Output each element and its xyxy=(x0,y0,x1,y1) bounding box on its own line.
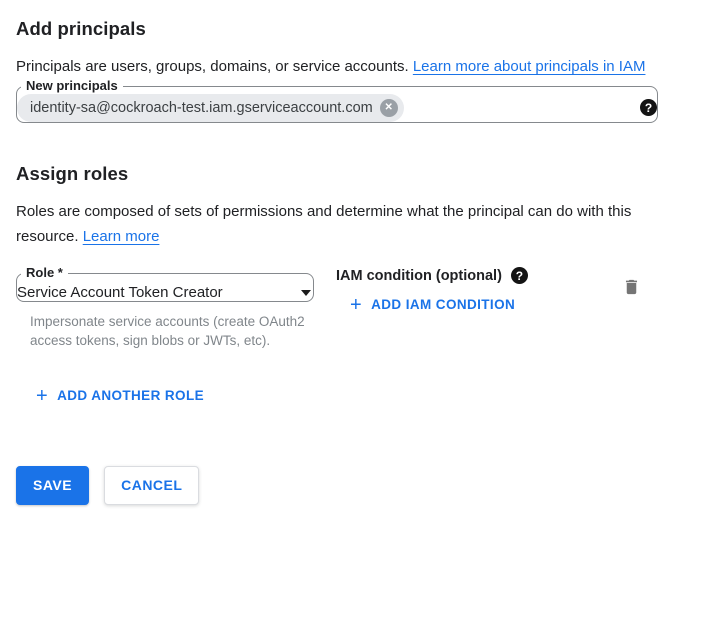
plus-icon: + xyxy=(350,298,362,312)
iam-condition-label: IAM condition (optional) xyxy=(336,268,502,284)
delete-role-button[interactable] xyxy=(622,277,641,297)
learn-more-roles-link[interactable]: Learn more xyxy=(83,228,160,245)
role-selected-value: Service Account Token Creator xyxy=(17,284,223,301)
role-label: Role * xyxy=(21,266,68,280)
roles-description: Roles are composed of sets of permission… xyxy=(16,199,680,249)
chip-remove-icon[interactable]: ✕ xyxy=(380,99,398,117)
new-principals-row: identity-sa@cockroach-test.iam.gservicea… xyxy=(17,94,657,122)
add-principals-panel: Add principals Principals are users, gro… xyxy=(0,0,713,505)
trash-icon xyxy=(622,277,641,297)
add-iam-condition-label: ADD IAM CONDITION xyxy=(371,297,515,312)
new-principals-help-icon[interactable]: ? xyxy=(640,99,657,116)
action-buttons-row: SAVE CANCEL xyxy=(16,466,697,505)
role-column: Role * Service Account Token Creator Imp… xyxy=(16,266,314,350)
new-principals-label: New principals xyxy=(21,79,123,93)
role-select[interactable]: Role * Service Account Token Creator xyxy=(16,266,314,302)
role-helper-text: Impersonate service accounts (create OAu… xyxy=(30,312,305,350)
add-another-role-button[interactable]: + ADD ANOTHER ROLE xyxy=(36,388,204,403)
add-iam-condition-button[interactable]: + ADD IAM CONDITION xyxy=(350,297,515,312)
iam-condition-label-row: IAM condition (optional) ? xyxy=(336,267,528,284)
add-another-role-label: ADD ANOTHER ROLE xyxy=(57,388,204,403)
iam-condition-help-icon[interactable]: ? xyxy=(511,267,528,284)
new-principals-field[interactable]: New principals identity-sa@cockroach-tes… xyxy=(16,79,658,123)
cancel-button[interactable]: CANCEL xyxy=(104,466,199,505)
save-button[interactable]: SAVE xyxy=(16,466,89,505)
principals-description: Principals are users, groups, domains, o… xyxy=(16,54,680,79)
iam-condition-column: IAM condition (optional) ? + ADD IAM CON… xyxy=(336,266,528,316)
assign-roles-title: Assign roles xyxy=(16,163,697,185)
page-title: Add principals xyxy=(16,18,697,40)
learn-more-principals-link[interactable]: Learn more about principals in IAM xyxy=(413,58,646,75)
role-assignment-row: Role * Service Account Token Creator Imp… xyxy=(16,266,697,350)
principals-description-text: Principals are users, groups, domains, o… xyxy=(16,58,413,75)
principal-chip: identity-sa@cockroach-test.iam.gservicea… xyxy=(17,94,404,122)
principal-chip-label: identity-sa@cockroach-test.iam.gservicea… xyxy=(30,100,373,116)
dropdown-arrow-icon xyxy=(301,290,311,296)
role-value-row: Service Account Token Creator xyxy=(17,284,313,301)
plus-icon: + xyxy=(36,389,48,403)
